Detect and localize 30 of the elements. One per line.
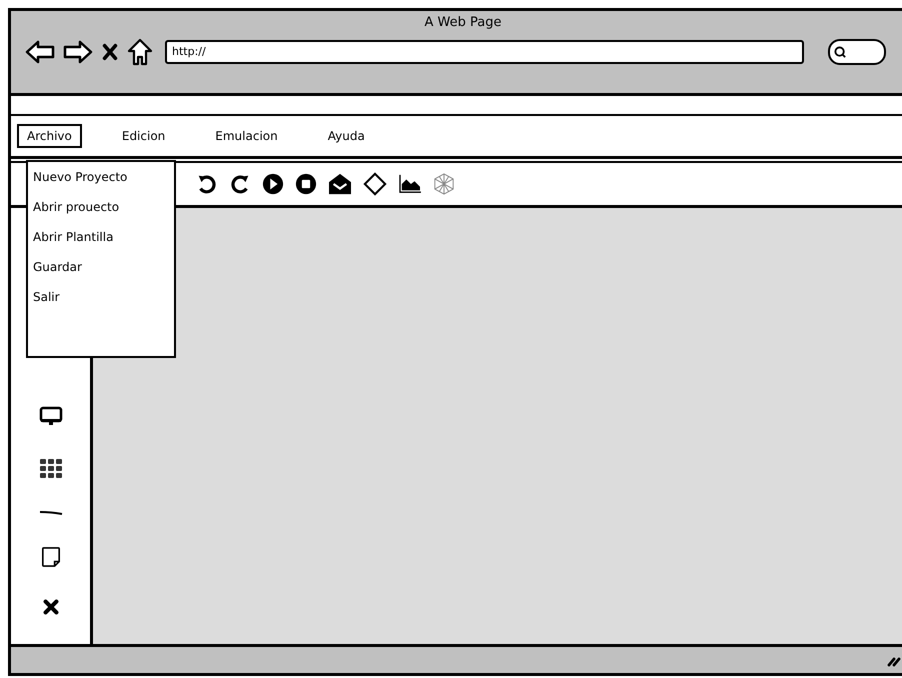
undo-icon[interactable] <box>196 173 218 195</box>
grid-icon[interactable] <box>38 458 62 480</box>
play-icon[interactable] <box>262 173 284 195</box>
area-chart-icon[interactable] <box>398 174 422 194</box>
menu-option[interactable]: Abrir Plantilla <box>33 230 114 244</box>
close-icon[interactable] <box>42 598 60 616</box>
monitor-icon[interactable] <box>38 406 62 428</box>
search-field[interactable] <box>828 39 886 65</box>
note-icon[interactable] <box>40 546 60 568</box>
forward-icon[interactable] <box>63 40 93 64</box>
address-field[interactable]: http:// <box>165 40 804 64</box>
menu-option[interactable]: Salir <box>33 290 60 304</box>
menu-item[interactable]: Archivo <box>17 124 82 148</box>
line-icon[interactable] <box>38 510 62 516</box>
menu-item[interactable]: Emulacion <box>205 124 288 148</box>
envelope-icon[interactable] <box>328 173 352 195</box>
stop-icon[interactable] <box>295 173 317 195</box>
back-icon[interactable] <box>25 40 55 64</box>
redo-icon[interactable] <box>229 173 251 195</box>
menu-item[interactable]: Edicion <box>112 124 176 148</box>
menu-option[interactable]: Guardar <box>33 260 82 274</box>
close-icon[interactable] <box>101 42 119 62</box>
window-title: A Web Page <box>424 15 502 30</box>
menu-option[interactable]: Abrir prouecto <box>33 200 120 214</box>
diamond-icon[interactable] <box>363 172 387 196</box>
hexagon-icon[interactable] <box>433 173 455 195</box>
home-icon[interactable] <box>127 38 153 66</box>
menu-option[interactable]: Nuevo Proyecto <box>33 170 128 184</box>
search-icon <box>834 46 847 58</box>
menu-item[interactable]: Ayuda <box>318 124 375 148</box>
